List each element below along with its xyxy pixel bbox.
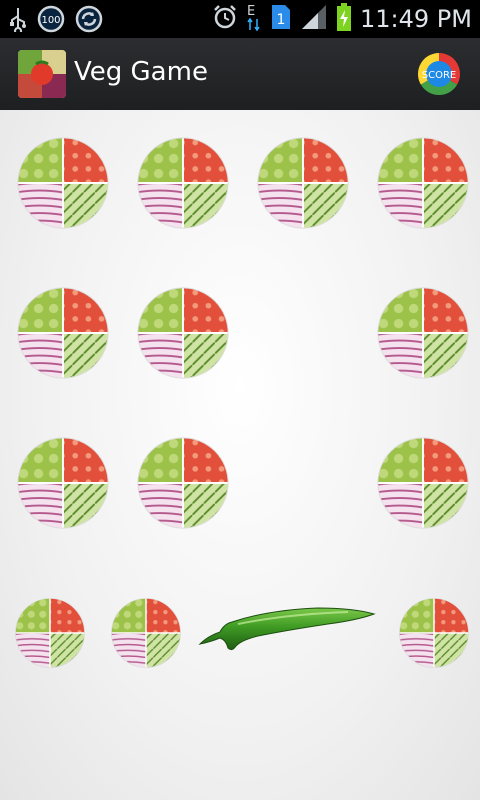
edge-network-icon: E	[246, 2, 262, 36]
action-bar: Veg Game SCORE	[0, 38, 480, 113]
battery-charging-icon	[336, 2, 352, 36]
game-board	[0, 110, 480, 800]
veg-tile[interactable]	[398, 597, 470, 669]
app-title: Veg Game	[74, 57, 208, 87]
sync-icon	[74, 4, 104, 38]
veg-tile[interactable]	[16, 436, 110, 530]
veg-tile[interactable]	[376, 286, 470, 380]
score-button[interactable]: SCORE	[416, 51, 462, 97]
status-clock: 11:49 PM	[360, 5, 472, 33]
veg-tile[interactable]	[16, 136, 110, 230]
veg-tile[interactable]	[376, 436, 470, 530]
veg-tile[interactable]	[16, 286, 110, 380]
veg-tile[interactable]	[110, 597, 182, 669]
veg-tile[interactable]	[14, 597, 86, 669]
score-label: SCORE	[422, 70, 456, 81]
status-bar: 100 E 1 11:49 PM	[0, 0, 480, 38]
usb-icon	[8, 6, 28, 36]
alarm-icon	[212, 4, 238, 34]
veg-tile[interactable]	[136, 436, 230, 530]
sim-card-icon: 1	[270, 3, 292, 35]
chili-pepper-piece[interactable]	[198, 600, 378, 656]
sim-slot-label: 1	[277, 12, 286, 28]
signal-strength-icon	[300, 3, 328, 35]
veg-tile[interactable]	[376, 136, 470, 230]
battery-saver-icon: 100	[36, 4, 66, 38]
veg-tile[interactable]	[136, 286, 230, 380]
battery-saver-badge: 100	[41, 15, 60, 26]
veg-tile[interactable]	[256, 136, 350, 230]
app-logo-icon	[18, 50, 66, 98]
network-type-label: E	[247, 4, 255, 19]
veg-tile[interactable]	[136, 136, 230, 230]
